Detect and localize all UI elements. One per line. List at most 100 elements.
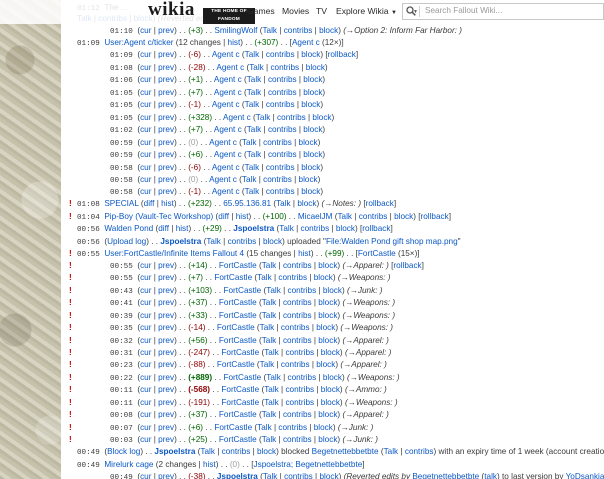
change-link[interactable]: Agent c [212,50,240,59]
change-link[interactable]: cur [140,273,151,282]
change-link[interactable]: hist [161,199,174,208]
change-link[interactable]: block [318,410,337,419]
change-link[interactable]: Agent c [212,163,240,172]
change-link[interactable]: cur [140,373,151,382]
change-link[interactable]: FortCastle [214,273,252,282]
change-link[interactable]: block [321,348,340,357]
change-link[interactable]: block [314,423,333,432]
change-link[interactable]: Mirelurk cage [104,460,153,469]
change-link[interactable]: cur [140,323,151,332]
change-link[interactable]: contribs [278,273,307,282]
change-link[interactable]: prev [158,410,174,419]
change-link[interactable]: File:Walden Pond gift shop map.png [326,237,458,246]
change-link[interactable]: FortCastle [221,398,259,407]
change-link[interactable]: block [297,199,316,208]
change-link[interactable]: rollback [420,212,448,221]
change-link[interactable]: prev [158,423,174,432]
change-link[interactable]: cur [140,410,151,419]
change-link[interactable]: Jspoelstra; Begetnettebbetbte [254,460,363,469]
change-link[interactable]: prev [158,163,174,172]
change-link[interactable]: block [303,150,322,159]
change-link[interactable]: Walden Pond [104,224,153,233]
change-link[interactable]: FortCastle [219,435,257,444]
change-link[interactable]: block [316,360,335,369]
change-link[interactable]: contribs [285,348,314,357]
change-link[interactable]: block [301,100,320,109]
change-link[interactable]: Block log [107,447,140,456]
change-link[interactable]: contribs [228,237,257,246]
change-link[interactable]: cur [140,26,151,35]
change-link[interactable]: contribs [283,435,312,444]
change-link[interactable]: Talk [247,125,262,134]
change-link[interactable]: FortCastle [219,410,257,419]
change-link[interactable]: Jspoelstra [154,447,195,456]
change-link[interactable]: Talk [247,88,262,97]
change-link[interactable]: prev [158,311,174,320]
change-link[interactable]: block [312,113,331,122]
change-link[interactable]: block [301,50,320,59]
change-link[interactable]: contribs [288,286,317,295]
change-link[interactable]: cur [140,311,151,320]
change-link[interactable]: contribs [266,100,295,109]
change-link[interactable]: Talk [262,261,277,270]
change-link[interactable]: block [314,273,333,282]
change-link[interactable]: contribs [277,113,306,122]
nav-movies[interactable]: Movies [282,6,309,16]
change-link[interactable]: Talk [247,150,262,159]
change-link[interactable]: prev [158,26,174,35]
change-link[interactable]: contribs [283,410,312,419]
change-link[interactable]: Agent c [214,88,242,97]
change-link[interactable]: cur [140,75,151,84]
change-link[interactable]: prev [158,175,174,184]
change-link[interactable]: block [318,336,337,345]
change-link[interactable]: contribs [268,150,297,159]
change-link[interactable]: FortCastle [223,373,261,382]
change-link[interactable]: prev [158,385,174,394]
change-link[interactable]: contribs [359,212,388,221]
change-link[interactable]: cur [140,50,151,59]
change-link[interactable]: contribs [266,50,295,59]
change-link[interactable]: Agent c [214,150,242,159]
change-link[interactable]: rollback [362,224,390,233]
change-link[interactable]: Talk [262,311,277,320]
change-link[interactable]: Talk [263,472,278,479]
change-link[interactable]: Talk [337,212,352,221]
change-link[interactable]: prev [158,113,174,122]
change-link[interactable]: prev [158,336,174,345]
change-link[interactable]: prev [158,125,174,134]
change-link[interactable]: cur [140,398,151,407]
change-link[interactable]: Agent c [214,75,242,84]
change-link[interactable]: block [318,261,337,270]
change-link[interactable]: cur [140,348,151,357]
wikia-logo[interactable]: wikia THE HOME OF FANDOM [148,0,255,24]
change-link[interactable]: MicaelJM [298,212,333,221]
change-link[interactable]: prev [158,50,174,59]
change-link[interactable]: contribs [278,423,307,432]
change-link[interactable]: Talk [206,237,221,246]
change-link[interactable]: prev [158,138,174,147]
change-link[interactable]: rollback [366,199,394,208]
change-link[interactable]: FortCastle [221,385,259,394]
change-link[interactable]: block [257,447,276,456]
change-link[interactable]: cur [140,298,151,307]
change-link[interactable]: cur [140,88,151,97]
change-link[interactable]: YoDsankia [566,472,604,479]
change-link[interactable]: block [318,435,337,444]
change-link[interactable]: Talk [262,410,277,419]
change-link[interactable]: Agent c [209,175,237,184]
change-link[interactable]: Talk [245,50,260,59]
change-link[interactable]: prev [158,360,174,369]
change-link[interactable]: Upload log [107,237,146,246]
change-link[interactable]: Talk [262,298,277,307]
change-link[interactable]: cur [140,125,151,134]
change-link[interactable]: prev [158,88,174,97]
change-link[interactable]: contribs [284,472,313,479]
change-link[interactable]: Jspoelstra [217,472,258,479]
change-link[interactable]: contribs [288,373,317,382]
change-link[interactable]: contribs [285,385,314,394]
change-link[interactable]: block [303,125,322,134]
change-link[interactable]: Talk [264,348,279,357]
change-link[interactable]: contribs [268,88,297,97]
change-link[interactable]: Talk [266,286,281,295]
change-link[interactable]: talk [484,472,497,479]
